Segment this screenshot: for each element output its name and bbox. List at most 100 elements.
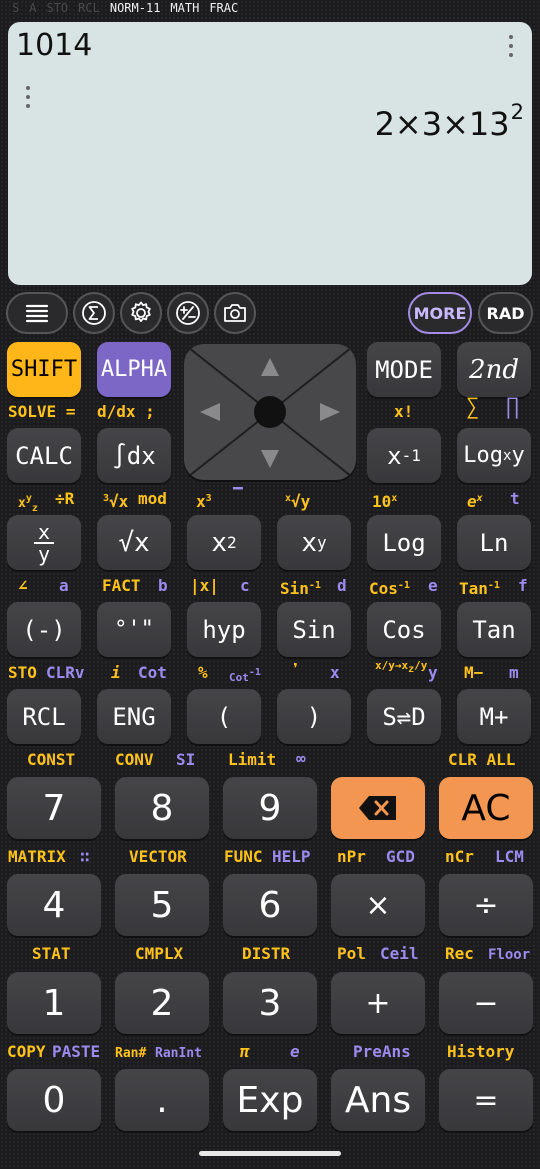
degree-key[interactable]: °'": [97, 602, 171, 657]
shift-key[interactable]: SHIFT: [7, 342, 81, 397]
ac-key[interactable]: AC: [439, 777, 533, 839]
five-key[interactable]: 5: [115, 874, 209, 936]
zero-key[interactable]: 0: [7, 1069, 101, 1131]
sum-button[interactable]: [73, 292, 115, 334]
right-arrow-icon[interactable]: [320, 403, 340, 421]
plus-minus-button[interactable]: [167, 292, 209, 334]
sin-key[interactable]: Sin: [277, 602, 351, 657]
result-menu-icon[interactable]: [24, 86, 32, 108]
direction-pad[interactable]: [184, 344, 356, 480]
label-rec: Rec: [445, 944, 474, 963]
alpha-key[interactable]: ALPHA: [97, 342, 171, 397]
up-arrow-icon[interactable]: [261, 358, 279, 376]
label-product: ∏: [506, 395, 520, 420]
mode-key[interactable]: MODE: [367, 342, 441, 397]
integral-key[interactable]: ∫dx: [97, 428, 171, 483]
label-infinity: ∞: [296, 749, 306, 768]
minus-key[interactable]: −: [439, 972, 533, 1034]
eight-key[interactable]: 8: [115, 777, 209, 839]
label-e: e: [428, 576, 438, 595]
hyp-key[interactable]: hyp: [187, 602, 261, 657]
camera-button[interactable]: [214, 292, 256, 334]
m-plus-key[interactable]: M+: [457, 689, 531, 744]
calc-key[interactable]: CALC: [7, 428, 81, 483]
right-paren-key[interactable]: ): [277, 689, 351, 744]
label-xroot: x√y: [285, 492, 311, 511]
label-limit: Limit: [228, 750, 277, 769]
angle-mode-button[interactable]: RAD: [478, 292, 533, 334]
dpad-center[interactable]: [254, 396, 286, 428]
label-ddx: d/dx ;: [97, 402, 155, 421]
ans-key[interactable]: Ans: [331, 1069, 425, 1131]
label-distr: DISTR: [242, 944, 291, 963]
two-key[interactable]: 2: [115, 972, 209, 1034]
backspace-key[interactable]: [331, 777, 425, 839]
label-percent: %: [198, 663, 208, 682]
negative-key[interactable]: (-): [7, 602, 81, 657]
indicator-s: S: [12, 1, 20, 15]
eng-key[interactable]: ENG: [97, 689, 171, 744]
more-button[interactable]: MORE: [408, 292, 472, 334]
home-indicator[interactable]: [199, 1151, 341, 1156]
label-const: CONST: [27, 750, 76, 769]
plus-key[interactable]: +: [331, 972, 425, 1034]
x-power-y-key[interactable]: xy: [277, 515, 351, 570]
fraction-key[interactable]: xy: [7, 515, 81, 570]
nine-key[interactable]: 9: [223, 777, 317, 839]
one-key[interactable]: 1: [7, 972, 101, 1034]
rcl-key[interactable]: RCL: [7, 689, 81, 744]
tan-key[interactable]: Tan: [457, 602, 531, 657]
menu-button[interactable]: [6, 292, 68, 334]
six-key[interactable]: 6: [223, 874, 317, 936]
four-key[interactable]: 4: [7, 874, 101, 936]
label-ncr: nCr: [445, 847, 474, 866]
label-atan: Tan-1: [459, 579, 500, 598]
x-inverse-key[interactable]: x -1: [367, 428, 441, 483]
logxy-key[interactable]: Log x y: [457, 428, 531, 483]
label-clr-all: CLR ALL: [448, 750, 516, 769]
backspace-icon: [359, 796, 396, 820]
label-ceil: Ceil: [380, 944, 419, 963]
calculator-display[interactable]: 1014 2×3×132: [8, 22, 532, 285]
multiply-key[interactable]: ×: [331, 874, 425, 936]
s-to-d-key[interactable]: S⇌D: [367, 689, 441, 744]
label-asin: Sin-1: [280, 579, 321, 598]
label-xyz: xyz: [18, 493, 38, 515]
label-mod: mod: [138, 489, 167, 508]
sqrt-key[interactable]: √x: [97, 515, 171, 570]
seven-key[interactable]: 7: [7, 777, 101, 839]
label-m-minus: M−: [464, 663, 484, 682]
label-xfact: x!: [394, 402, 414, 421]
left-paren-key[interactable]: (: [187, 689, 261, 744]
cos-key[interactable]: Cos: [367, 602, 441, 657]
three-key[interactable]: 3: [223, 972, 317, 1034]
label-cbrt: 3√x: [103, 492, 129, 511]
label-vector: VECTOR: [129, 847, 187, 866]
x-squared-key[interactable]: x2: [187, 515, 261, 570]
label-angle: ∠: [18, 576, 28, 595]
left-arrow-icon[interactable]: [200, 403, 220, 421]
label-div-r: ÷R: [55, 489, 75, 508]
second-key[interactable]: 2nd: [457, 342, 531, 397]
label-func: FUNC: [224, 847, 263, 866]
equals-key[interactable]: =: [439, 1069, 533, 1131]
label-gcd: GCD: [386, 847, 415, 866]
expression-text: 1014: [16, 28, 93, 63]
label-history: History: [447, 1042, 515, 1061]
status-bar: S A STO RCL NORM-11 MATH FRAC: [0, 0, 540, 16]
label-a: a: [59, 576, 69, 595]
settings-button[interactable]: [120, 292, 162, 334]
label-x-cubed: x3: [196, 492, 212, 511]
label-m: m: [509, 663, 519, 682]
log-key[interactable]: Log: [367, 515, 441, 570]
decimal-key[interactable]: .: [115, 1069, 209, 1131]
exp-key[interactable]: Exp: [223, 1069, 317, 1131]
ln-key[interactable]: Ln: [457, 515, 531, 570]
indicator-frac: FRAC: [209, 1, 239, 15]
divide-key[interactable]: ÷: [439, 874, 533, 936]
down-arrow-icon[interactable]: [261, 450, 279, 468]
expression-menu-icon[interactable]: [507, 35, 515, 57]
label-solve: SOLVE =: [8, 402, 76, 421]
label-cot: Cot: [138, 663, 167, 682]
indicator-rcl: RCL: [78, 1, 100, 15]
